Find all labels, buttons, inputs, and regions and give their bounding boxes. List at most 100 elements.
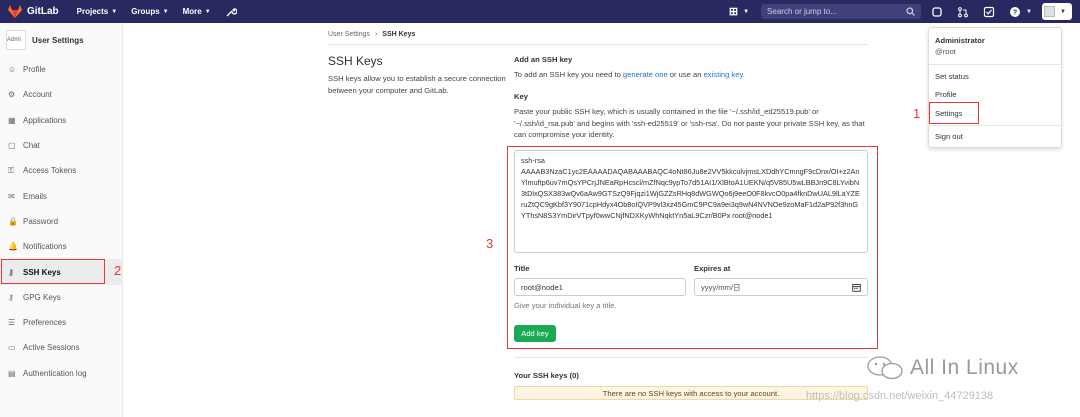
key-label: Key [514,92,528,101]
search-icon [906,7,915,16]
sidebar-item-access-tokens[interactable]: ⚿ Access Tokens [0,158,122,183]
sidebar-header[interactable]: Admi User Settings [0,23,122,57]
sidebar-item-profile[interactable]: ☺ Profile [0,57,122,82]
nav-more-label: More [182,7,202,16]
sidebar-item-emails[interactable]: ✉ Emails [0,183,122,208]
menu-set-status[interactable]: Set status [935,72,969,81]
sidebar-item-label: Notifications [23,242,67,252]
preferences-icon: ☰ [8,318,16,328]
svg-text:?: ? [1013,9,1017,16]
search-input[interactable]: Search or jump to... [761,4,922,19]
sidebar-item-label: Preferences [23,318,67,328]
sidebar-item-label: Emails [23,191,48,201]
dropdown-user-name: Administrator [935,36,985,45]
account-icon: ⚙ [8,90,16,100]
key-help-text: Paste your public SSH key, which is usua… [514,107,865,139]
help-icon[interactable]: ? [1009,6,1021,18]
gitlab-logo[interactable]: GitLab [8,5,59,18]
divider [929,64,1061,65]
sidebar-item-preferences[interactable]: ☰ Preferences [0,310,122,335]
sidebar-avatar: Admi [6,30,26,50]
annotation-2: 2 [114,263,122,278]
search-placeholder: Search or jump to... [767,7,837,16]
page-title: SSH Keys [328,54,383,68]
add-key-heading: Add an SSH key [514,55,573,64]
watermark-url: https://blog.csdn.net/weixin_44729138 [806,390,994,402]
breadcrumb-separator: › [374,31,378,38]
existing-key-link[interactable]: existing key [704,70,743,79]
notifications-icon: 🔔 [8,242,18,252]
avatar [1044,6,1055,17]
watermark: All In Linux [866,356,1019,380]
nav-projects[interactable]: Projects ▼ [77,7,118,16]
divider [514,357,868,358]
divider [328,44,868,45]
admin-wrench-icon[interactable] [225,6,237,18]
sidebar-item-applications[interactable]: ▦ Applications [0,108,122,133]
dropdown-username[interactable]: @root [935,47,956,56]
user-avatar-button[interactable]: ▼ [1042,3,1072,20]
sidebar-item-label: Chat [23,141,40,151]
applications-icon: ▦ [8,115,16,125]
sidebar-item-label: Profile [23,65,46,75]
sidebar-item-label: Password [23,216,59,226]
auth-log-icon: ▤ [8,368,16,378]
your-keys-heading: Your SSH keys (0) [514,371,579,380]
menu-profile[interactable]: Profile [935,90,957,99]
sidebar-title: User Settings [32,35,84,45]
password-icon: 🔒 [8,216,18,226]
menu-sign-out[interactable]: Sign out [935,132,963,141]
nav-projects-label: Projects [76,7,109,16]
sidebar-item-label: Access Tokens [23,166,77,176]
chevron-down-icon: ▼ [111,8,118,15]
sidebar-item-active-sessions[interactable]: ▭ Active Sessions [0,335,122,360]
sidebar-item-label: Authentication log [23,368,87,378]
nav-more[interactable]: More ▼ [183,7,211,16]
profile-icon: ☺ [8,65,17,75]
add-key-intro: To add an SSH key you need to generate o… [514,69,745,81]
sidebar-item-password[interactable]: 🔒 Password [0,209,122,234]
wechat-logo-icon [867,356,903,380]
issues-icon[interactable] [931,6,943,18]
chevron-down-icon: ▼ [743,8,750,15]
settings-sidebar: Admi User Settings ☺ Profile ⚙ Account ▦ Appl… [0,23,123,417]
divider [929,125,1061,126]
access-tokens-icon: ⚿ [8,166,15,176]
sidebar-item-authentication-log[interactable]: ▤ Authentication log [0,361,122,386]
chevron-down-icon: ▼ [1026,8,1032,15]
merge-requests-icon[interactable] [957,6,969,18]
sidebar-item-label: GPG Keys [23,292,61,302]
chat-icon: ▢ [8,141,16,151]
nav-groups[interactable]: Groups ▼ [131,7,168,16]
todos-icon[interactable] [983,6,995,18]
emails-icon: ✉ [8,191,15,201]
new-item-plus-icon[interactable]: ⊞ [729,5,738,18]
brand-name: GitLab [27,6,59,17]
breadcrumb-current: SSH Keys [382,31,416,38]
sidebar-item-account[interactable]: ⚙ Account [0,82,122,107]
sidebar-item-label: Account [23,90,52,100]
sessions-icon: ▭ [8,343,16,353]
generate-key-link[interactable]: generate one [623,70,668,79]
watermark-text: All In Linux [910,356,1019,379]
annotation-1: 1 [913,106,921,121]
user-dropdown-menu: Administrator @root Set status Profile S… [928,27,1062,148]
breadcrumb: User Settings › SSH Keys [328,31,415,38]
intro-text: or use an [667,70,704,79]
settings-highlight-box [929,102,979,124]
intro-text: . [742,70,745,79]
chevron-down-icon: ▼ [204,8,211,15]
breadcrumb-parent[interactable]: User Settings [328,31,370,38]
nav-groups-label: Groups [131,7,160,16]
sidebar-item-label: Active Sessions [23,343,80,353]
sidebar-item-chat[interactable]: ▢ Chat [0,133,122,158]
chevron-down-icon: ▼ [162,8,169,15]
add-key-form-highlight-box [507,146,878,349]
ssh-keys-highlight-box [1,259,105,284]
top-navbar: GitLab Projects ▼ Groups ▼ More ▼ ⊞ ▼ Searc… [0,0,1080,23]
sidebar-item-gpg-keys[interactable]: ⚷ GPG Keys [0,285,122,310]
annotation-3: 3 [486,236,494,251]
page-description: SSH keys allow you to establish a secure… [328,74,506,95]
gpg-key-icon: ⚷ [8,292,14,302]
sidebar-item-notifications[interactable]: 🔔 Notifications [0,234,122,259]
